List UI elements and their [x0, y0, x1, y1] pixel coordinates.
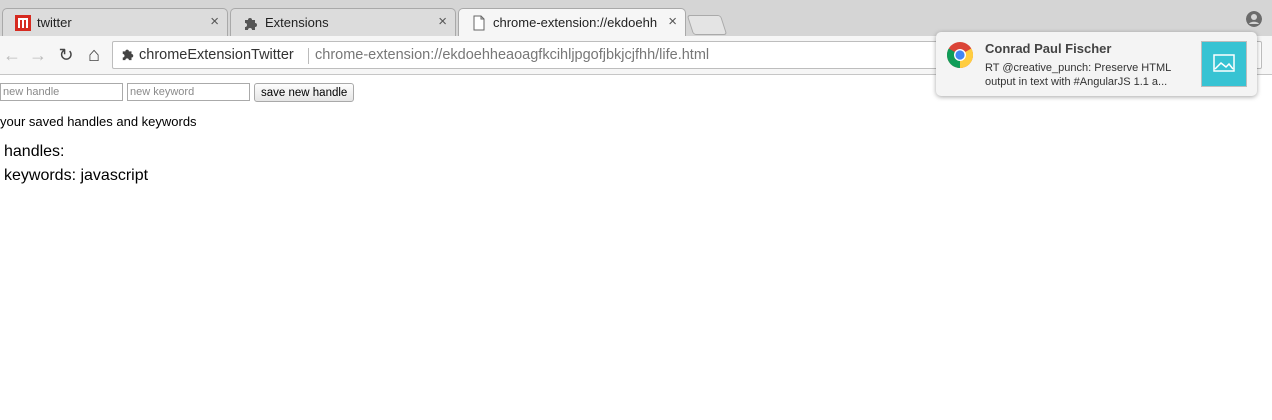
- chrome-logo-icon: [946, 42, 974, 69]
- tab-twitter[interactable]: twitter ×: [2, 8, 228, 36]
- tab-extensions[interactable]: Extensions ×: [230, 8, 456, 36]
- page-icon: [473, 15, 485, 31]
- close-tab-icon[interactable]: ×: [438, 14, 447, 30]
- tab-strip: twitter × Extensions × chrome-extension:…: [0, 0, 1272, 37]
- save-new-handle-button[interactable]: save new handle: [254, 83, 355, 102]
- desktop-notification[interactable]: Conrad Paul Fischer RT @creative_punch: …: [936, 32, 1257, 96]
- back-arrow-icon[interactable]: ←: [2, 45, 22, 65]
- keywords-line: keywords: javascript: [4, 167, 149, 184]
- tab-title: Extensions: [265, 15, 329, 30]
- tab-title: twitter: [37, 15, 72, 30]
- close-tab-icon[interactable]: ×: [668, 14, 677, 30]
- page-content: save new handle your saved handles and k…: [0, 74, 1272, 420]
- reload-icon[interactable]: ↻: [56, 45, 76, 65]
- omnibox-divider: [308, 48, 309, 64]
- tab-life-html[interactable]: chrome-extension://ekdoehh ×: [458, 8, 686, 37]
- twitter-favicon-icon: [15, 15, 31, 31]
- extension-name: chromeExtensionTwitter: [139, 47, 294, 63]
- url-text[interactable]: chrome-extension://ekdoehheaoagfkcihljpg…: [315, 47, 709, 63]
- image-placeholder-icon: [1201, 41, 1247, 87]
- home-icon[interactable]: ⌂: [84, 45, 104, 65]
- puzzle-piece-icon: [245, 18, 257, 30]
- close-tab-icon[interactable]: ×: [210, 14, 219, 30]
- saved-heading: your saved handles and keywords: [0, 114, 197, 129]
- tab-title: chrome-extension://ekdoehh: [493, 15, 657, 30]
- profile-icon[interactable]: [1246, 11, 1262, 27]
- notification-title: Conrad Paul Fischer: [985, 41, 1112, 56]
- new-tab-button[interactable]: [686, 15, 728, 35]
- handles-line: handles:: [4, 143, 65, 160]
- new-keyword-input[interactable]: [127, 83, 250, 101]
- extension-puzzle-icon: [122, 49, 134, 61]
- notification-body: RT @creative_punch: Preserve HTML output…: [985, 62, 1171, 88]
- forward-arrow-icon[interactable]: →: [28, 45, 48, 65]
- new-handle-input[interactable]: [0, 83, 123, 101]
